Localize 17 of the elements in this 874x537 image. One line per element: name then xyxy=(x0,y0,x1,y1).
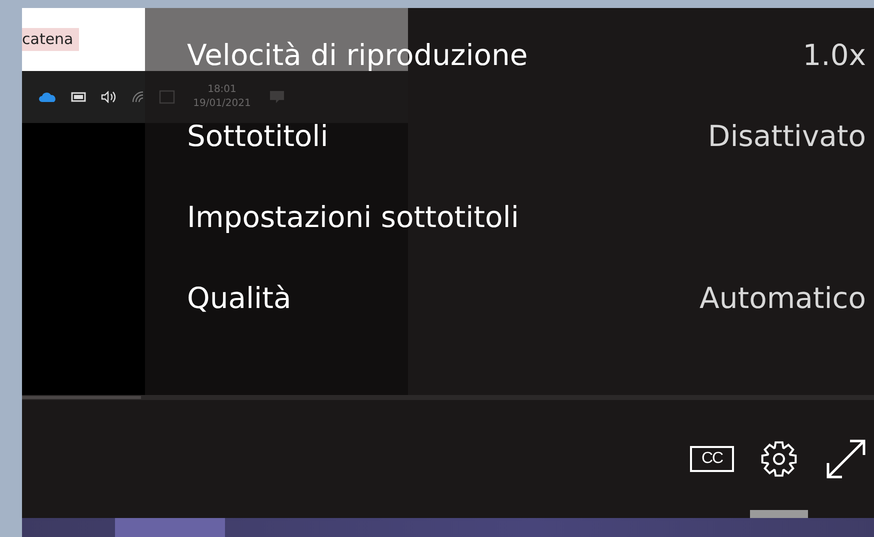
menu-item-label[interactable]: Velocità di riproduzione xyxy=(187,41,528,70)
speaker-icon[interactable] xyxy=(101,91,117,103)
menu-item-value: 1.0x xyxy=(802,41,866,70)
battery-icon[interactable] xyxy=(71,92,87,102)
document-text: catena xyxy=(22,28,80,51)
expand-icon xyxy=(824,437,868,481)
menu-item-value: Automatico xyxy=(700,284,866,313)
menu-item-label[interactable]: Qualità xyxy=(187,284,292,313)
menu-item-label[interactable]: Impostazioni sottotitoli xyxy=(187,203,519,232)
clock-date: 19/01/2021 xyxy=(193,97,251,111)
cloud-icon[interactable] xyxy=(39,92,57,102)
menu-item-label[interactable]: Sottotitoli xyxy=(187,122,328,151)
wifi-icon[interactable] xyxy=(131,91,145,103)
captions-icon: CC xyxy=(690,446,734,472)
menu-item-value: Disattivato xyxy=(708,122,866,151)
captions-button[interactable]: CC xyxy=(678,400,746,518)
clock-time: 18:01 xyxy=(208,83,236,97)
